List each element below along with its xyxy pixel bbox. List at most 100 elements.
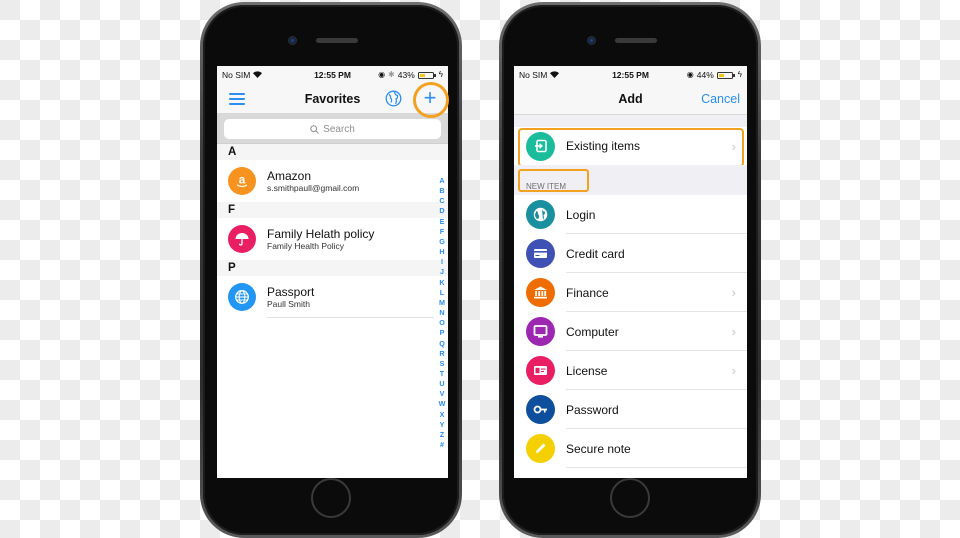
globe-icon[interactable] <box>385 90 402 107</box>
page-title: Favorites <box>304 91 361 106</box>
existing-items-label: Existing items <box>566 139 641 153</box>
pencil-icon <box>526 434 555 463</box>
nav-bar: Add Cancel <box>514 84 747 115</box>
new-item-label: NEW ITEM <box>526 182 566 191</box>
front-camera <box>587 36 596 45</box>
add-screen: No SIM 12:55 PM ◉ 44% ϟ Add Cancel Exist… <box>514 66 747 478</box>
umbrella-icon <box>228 225 256 253</box>
index-letter[interactable]: I <box>441 257 443 267</box>
index-letter[interactable]: X <box>440 410 445 420</box>
item-subtitle: Paull Smith <box>267 298 310 309</box>
add-item-license[interactable]: License › <box>514 351 747 390</box>
wifi-icon <box>253 70 263 80</box>
existing-items-row[interactable]: Existing items › <box>514 127 747 167</box>
index-letter[interactable]: O <box>439 318 445 328</box>
index-letter[interactable]: Y <box>440 420 445 430</box>
item-label: Computer <box>566 324 619 339</box>
index-letter[interactable]: F <box>440 227 444 237</box>
index-letter[interactable]: J <box>440 267 444 277</box>
index-letter[interactable]: A <box>439 176 444 186</box>
charging-icon: ϟ <box>737 70 742 79</box>
item-label: Finance <box>566 285 609 300</box>
index-letter[interactable]: Q <box>439 339 445 349</box>
charging-icon: ϟ <box>438 70 443 79</box>
search-input[interactable]: Search <box>224 119 441 139</box>
chevron-right-icon: › <box>731 363 736 378</box>
item-subtitle: s.smithpaull@gmail.com <box>267 182 360 193</box>
section-header-p: P <box>217 260 448 276</box>
add-item-login[interactable]: Login <box>514 195 747 234</box>
earpiece-speaker <box>316 38 358 43</box>
cancel-button[interactable]: Cancel <box>701 92 740 106</box>
group-spacer <box>514 115 747 127</box>
battery-icon <box>716 71 735 79</box>
credit-card-icon <box>526 239 555 268</box>
search-bar-container: Search <box>217 114 448 144</box>
item-label: Login <box>566 207 596 222</box>
globe-icon <box>526 200 555 229</box>
index-letter[interactable]: U <box>439 379 444 389</box>
index-letter[interactable]: G <box>439 237 445 247</box>
index-letter[interactable]: V <box>440 389 445 399</box>
list-item-amazon[interactable]: a Amazon s.smithpaull@gmail.com <box>217 160 448 202</box>
chevron-right-icon: › <box>731 324 736 339</box>
wifi-icon <box>550 70 560 80</box>
index-letter[interactable]: K <box>439 278 444 288</box>
item-label: Password <box>566 402 619 417</box>
status-bar: No SIM 12:55 PM ◉ 44% ϟ <box>514 66 747 84</box>
chevron-right-icon: › <box>731 138 736 154</box>
index-letter[interactable]: E <box>440 217 445 227</box>
import-icon <box>526 131 555 161</box>
bluetooth-icon: ✱ <box>388 70 395 79</box>
phone-body: No SIM 12:55 PM ◉ 44% ϟ Add Cancel Exist… <box>502 5 758 535</box>
home-button[interactable] <box>610 478 650 518</box>
index-letter[interactable]: H <box>439 247 444 257</box>
carrier-label: No SIM <box>519 70 548 80</box>
item-label: License <box>566 363 608 378</box>
index-letter[interactable]: S <box>440 359 445 369</box>
add-item-credit-card[interactable]: Credit card <box>514 234 747 273</box>
index-letter[interactable]: D <box>439 206 444 216</box>
new-item-list: Login Credit card Finance › Computer › License… <box>514 195 747 468</box>
add-item-password[interactable]: Password <box>514 390 747 429</box>
battery-percent: 44% <box>696 70 714 80</box>
index-letter[interactable]: L <box>440 288 444 298</box>
battery-percent: 43% <box>397 70 415 80</box>
add-item-finance[interactable]: Finance › <box>514 273 747 312</box>
chevron-right-icon: › <box>731 285 736 300</box>
item-label: Credit card <box>566 246 625 261</box>
item-title: Family Helath policy <box>267 226 375 241</box>
list-item-family-health-policy[interactable]: Family Helath policy Family Health Polic… <box>217 218 448 260</box>
orientation-lock-icon: ◉ <box>686 70 694 79</box>
phone-frame-left: No SIM 12:55 PM ◉ ✱ 43% ϟ Favorites + Se… <box>200 2 462 538</box>
search-placeholder: Search <box>323 123 355 135</box>
index-letter[interactable]: B <box>439 186 444 196</box>
add-item-computer[interactable]: Computer › <box>514 312 747 351</box>
section-header-f: F <box>217 202 448 218</box>
index-letter[interactable]: W <box>439 399 446 409</box>
section-index-bar[interactable]: A B C D E F G H I J K L M N O P Q R S T U V W X Y Z # <box>437 176 447 450</box>
home-button[interactable] <box>311 478 351 518</box>
index-letter[interactable]: N <box>439 308 444 318</box>
index-letter[interactable]: C <box>439 196 444 206</box>
new-item-section-header: NEW ITEM <box>514 165 747 195</box>
index-letter[interactable]: # <box>440 440 444 450</box>
phone-body: No SIM 12:55 PM ◉ ✱ 43% ϟ Favorites + Se… <box>203 5 459 535</box>
item-title: Amazon <box>267 168 312 183</box>
index-letter[interactable]: T <box>440 369 444 379</box>
index-letter[interactable]: Z <box>440 430 444 440</box>
add-button[interactable]: + <box>418 87 442 111</box>
amazon-icon: a <box>228 167 256 195</box>
add-item-secure-note[interactable]: Secure note <box>514 429 747 468</box>
list-item-passport[interactable]: Passport Paull Smith <box>217 276 448 318</box>
index-letter[interactable]: P <box>440 328 445 338</box>
index-letter[interactable]: R <box>439 349 444 359</box>
monitor-icon <box>526 317 555 346</box>
key-icon <box>526 395 555 424</box>
search-icon <box>310 124 319 134</box>
earpiece-speaker <box>615 38 657 43</box>
id-card-icon <box>526 356 555 385</box>
item-label: Secure note <box>566 441 631 456</box>
front-camera <box>288 36 297 45</box>
index-letter[interactable]: M <box>439 298 445 308</box>
